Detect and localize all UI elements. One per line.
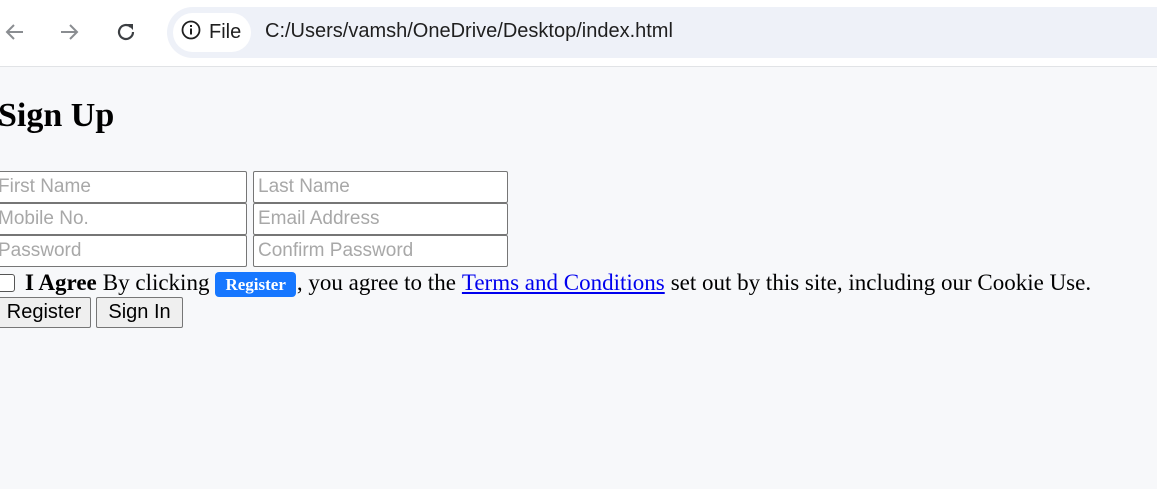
- confirm-password-input[interactable]: [253, 235, 508, 267]
- last-name-input[interactable]: [253, 171, 508, 203]
- sign-in-button[interactable]: Sign In: [96, 297, 183, 328]
- register-button[interactable]: Register: [0, 297, 91, 328]
- agree-line: I Agree By clicking Register , you agree…: [0, 270, 1092, 297]
- email-input[interactable]: [253, 203, 508, 235]
- site-info-label: File: [209, 21, 242, 43]
- page-content: Sign Up I Agree By clicking Register , y…: [0, 67, 1157, 489]
- browser-toolbar: File C:/Users/vamsh/OneDrive/Desktop/ind…: [0, 0, 1157, 67]
- address-bar[interactable]: File C:/Users/vamsh/OneDrive/Desktop/ind…: [167, 7, 1157, 58]
- info-icon: [181, 20, 201, 45]
- mobile-input[interactable]: [0, 203, 247, 235]
- page-title: Sign Up: [0, 97, 115, 134]
- agree-text-before: By clicking: [102, 270, 210, 295]
- agree-checkbox[interactable]: [0, 274, 15, 292]
- terms-link[interactable]: Terms and Conditions: [462, 270, 665, 296]
- site-info-chip[interactable]: File: [173, 13, 251, 52]
- url-text[interactable]: C:/Users/vamsh/OneDrive/Desktop/index.ht…: [265, 20, 673, 43]
- forward-arrow-icon[interactable]: [54, 17, 84, 47]
- agree-text-after: set out by this site, including our Cook…: [670, 270, 1092, 295]
- password-input[interactable]: [0, 235, 247, 267]
- first-name-input[interactable]: [0, 171, 247, 203]
- back-arrow-icon[interactable]: [0, 17, 30, 47]
- reload-icon[interactable]: [111, 17, 141, 47]
- agree-text-middle: , you agree to the: [296, 270, 456, 295]
- register-badge: Register: [215, 271, 296, 297]
- agree-label: I Agree: [25, 270, 97, 295]
